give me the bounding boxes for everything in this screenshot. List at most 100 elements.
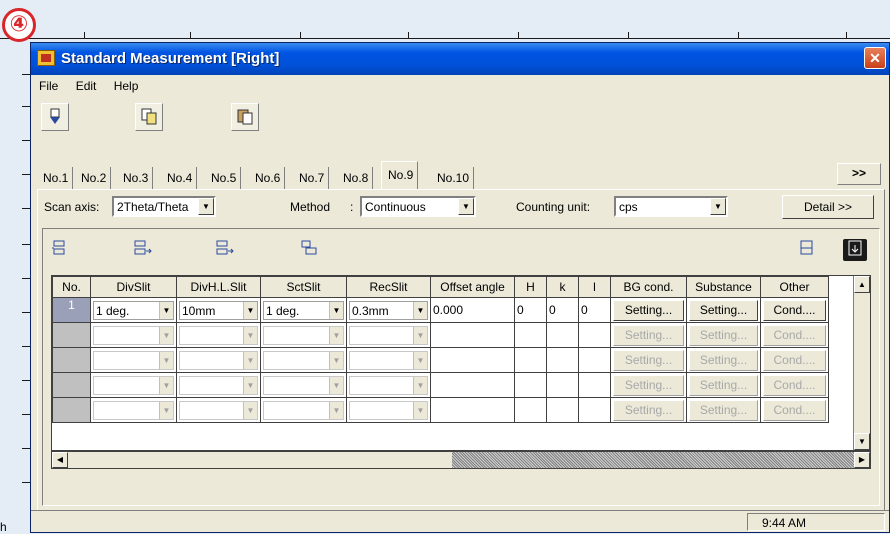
tab-no-10[interactable]: No.10 xyxy=(431,167,475,189)
divhl-select[interactable]: ▼ xyxy=(179,326,258,345)
recslit-cell[interactable]: ▼ xyxy=(346,372,431,398)
tab-no-1[interactable]: No.1 xyxy=(37,167,74,189)
menu-file[interactable]: File xyxy=(31,75,64,93)
tab-no-3[interactable]: No.3 xyxy=(117,167,154,189)
horizontal-scrollbar[interactable]: ◀ ▶ xyxy=(51,451,871,469)
divhl-cell[interactable]: ▼ xyxy=(176,397,261,423)
sctslit-select[interactable]: 1 deg. ▼ xyxy=(263,301,344,320)
bg-cond-setting-button[interactable]: Setting... xyxy=(613,300,684,321)
method-select[interactable]: Continuous ▼ xyxy=(360,196,476,217)
vertical-scrollbar[interactable]: ▲ ▼ xyxy=(853,276,870,450)
tab-no-4[interactable]: No.4 xyxy=(161,167,198,189)
append-row-icon[interactable] xyxy=(131,239,155,261)
tab-no-7[interactable]: No.7 xyxy=(293,167,330,189)
duplicate-row-icon[interactable] xyxy=(297,239,321,261)
offset-angle-cell[interactable] xyxy=(430,347,515,373)
row-number[interactable] xyxy=(52,322,91,348)
sctslit-select[interactable]: ▼ xyxy=(263,376,344,395)
recslit-select[interactable]: ▼ xyxy=(349,401,428,420)
move-row-icon[interactable] xyxy=(213,239,237,261)
chevron-down-icon[interactable]: ▼ xyxy=(413,352,427,369)
scan-axis-select[interactable]: 2Theta/Theta ▼ xyxy=(112,196,216,217)
recslit-select[interactable]: ▼ xyxy=(349,326,428,345)
chevron-down-icon[interactable]: ▼ xyxy=(243,302,257,319)
download-button[interactable] xyxy=(41,103,69,131)
divhl-select[interactable]: ▼ xyxy=(179,401,258,420)
chevron-down-icon[interactable]: ▼ xyxy=(243,352,257,369)
sctslit-select[interactable]: ▼ xyxy=(263,401,344,420)
divhl-cell[interactable]: ▼ xyxy=(176,322,261,348)
l-cell[interactable] xyxy=(578,322,611,348)
chevron-down-icon[interactable]: ▼ xyxy=(243,402,257,419)
other-cond-button[interactable]: Cond.... xyxy=(763,375,826,396)
substance-setting-button[interactable]: Setting... xyxy=(689,300,758,321)
tab-no-5[interactable]: No.5 xyxy=(205,167,242,189)
recslit-cell[interactable]: 0.3mm ▼ xyxy=(346,297,431,323)
k-cell[interactable] xyxy=(546,372,579,398)
scroll-down-icon[interactable]: ▼ xyxy=(854,433,870,450)
chevron-down-icon[interactable]: ▼ xyxy=(243,327,257,344)
offset-angle-cell[interactable] xyxy=(430,397,515,423)
divhl-select[interactable]: ▼ xyxy=(179,351,258,370)
h-cell[interactable] xyxy=(514,372,547,398)
l-cell[interactable] xyxy=(578,347,611,373)
copy-button[interactable] xyxy=(135,103,163,131)
other-cond-button[interactable]: Cond.... xyxy=(763,350,826,371)
chevron-down-icon[interactable]: ▼ xyxy=(159,302,173,319)
bg-cond-setting-button[interactable]: Setting... xyxy=(613,400,684,421)
substance-setting-button[interactable]: Setting... xyxy=(689,375,758,396)
row-number[interactable] xyxy=(52,397,91,423)
chevron-down-icon[interactable]: ▼ xyxy=(329,377,343,394)
chevron-down-icon[interactable]: ▼ xyxy=(329,302,343,319)
menu-help[interactable]: Help xyxy=(106,75,145,93)
chevron-down-icon[interactable]: ▼ xyxy=(329,402,343,419)
detail-button[interactable]: Detail >> xyxy=(782,195,874,219)
divhl-cell[interactable]: 10mm ▼ xyxy=(176,297,261,323)
menu-edit[interactable]: Edit xyxy=(68,75,103,93)
substance-setting-button[interactable]: Setting... xyxy=(689,400,758,421)
recslit-select[interactable]: 0.3mm ▼ xyxy=(349,301,428,320)
sctslit-select[interactable]: ▼ xyxy=(263,326,344,345)
counting-unit-select[interactable]: cps ▼ xyxy=(614,196,728,217)
tab-no-2[interactable]: No.2 xyxy=(75,167,112,189)
recslit-cell[interactable]: ▼ xyxy=(346,347,431,373)
chevron-down-icon[interactable]: ▼ xyxy=(159,327,173,344)
h-cell[interactable] xyxy=(514,322,547,348)
sctslit-cell[interactable]: ▼ xyxy=(260,397,347,423)
tab-no-6[interactable]: No.6 xyxy=(249,167,286,189)
chevron-down-icon[interactable]: ▼ xyxy=(413,302,427,319)
k-cell[interactable]: 0 xyxy=(546,297,579,323)
tab-no-8[interactable]: No.8 xyxy=(337,167,374,189)
title-bar[interactable]: Standard Measurement [Right] ✕ xyxy=(31,43,889,75)
save-icon[interactable] xyxy=(843,239,867,261)
divhl-cell[interactable]: ▼ xyxy=(176,372,261,398)
divslit-select[interactable]: ▼ xyxy=(93,401,174,420)
recslit-select[interactable]: ▼ xyxy=(349,351,428,370)
h-cell[interactable] xyxy=(514,347,547,373)
divslit-select[interactable]: ▼ xyxy=(93,351,174,370)
scroll-track[interactable] xyxy=(452,452,854,468)
chevron-down-icon[interactable]: ▼ xyxy=(710,198,726,215)
h-cell[interactable]: 0 xyxy=(514,297,547,323)
offset-angle-cell[interactable]: 0.000 xyxy=(430,297,515,323)
other-cond-button[interactable]: Cond.... xyxy=(763,400,826,421)
l-cell[interactable]: 0 xyxy=(578,297,611,323)
h-cell[interactable] xyxy=(514,397,547,423)
row-number[interactable] xyxy=(52,347,91,373)
bg-cond-setting-button[interactable]: Setting... xyxy=(613,325,684,346)
chevron-down-icon[interactable]: ▼ xyxy=(159,352,173,369)
chevron-down-icon[interactable]: ▼ xyxy=(413,402,427,419)
divslit-cell[interactable]: ▼ xyxy=(90,347,177,373)
sctslit-select[interactable]: ▼ xyxy=(263,351,344,370)
paste-button[interactable] xyxy=(231,103,259,131)
recslit-cell[interactable]: ▼ xyxy=(346,322,431,348)
divslit-cell[interactable]: ▼ xyxy=(90,372,177,398)
divslit-select[interactable]: ▼ xyxy=(93,326,174,345)
scroll-up-icon[interactable]: ▲ xyxy=(854,276,870,293)
divslit-select[interactable]: ▼ xyxy=(93,376,174,395)
chevron-down-icon[interactable]: ▼ xyxy=(198,198,214,215)
row-number[interactable] xyxy=(52,372,91,398)
chevron-down-icon[interactable]: ▼ xyxy=(458,198,474,215)
insert-row-icon[interactable] xyxy=(49,239,73,261)
divslit-select[interactable]: 1 deg. ▼ xyxy=(93,301,174,320)
